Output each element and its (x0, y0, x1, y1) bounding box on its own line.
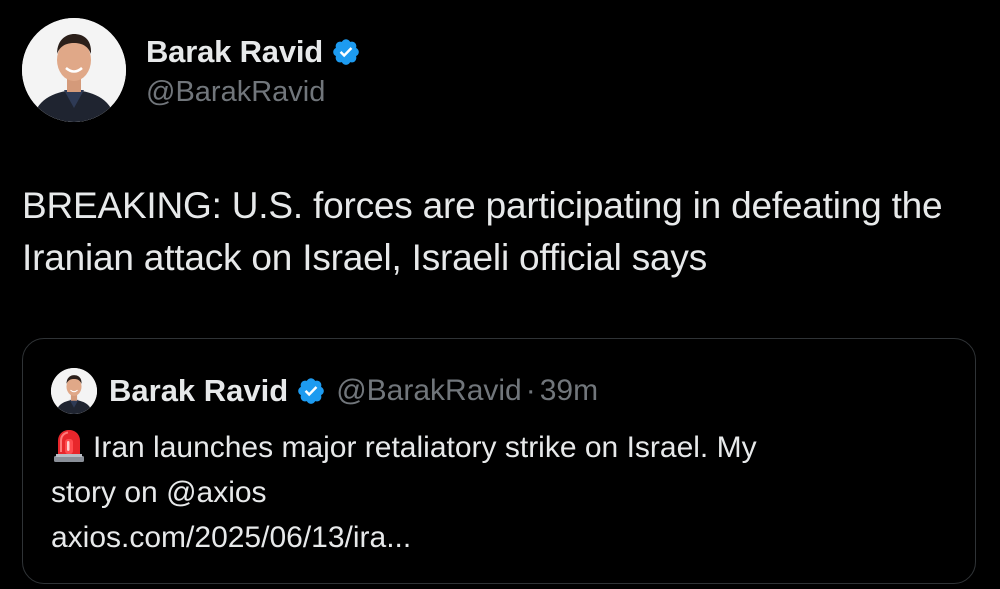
quoted-tweet[interactable]: Barak Ravid @BarakRavid · 39m Iran launc… (22, 338, 976, 584)
quoted-author-handle[interactable]: @BarakRavid (336, 374, 522, 408)
tweet-header: Barak Ravid @BarakRavid (22, 18, 361, 122)
tweet-page: Barak Ravid @BarakRavid BREAKING: U.S. f… (0, 0, 1000, 589)
tweet-text: BREAKING: U.S. forces are participating … (22, 185, 943, 278)
quoted-author-avatar[interactable] (51, 368, 97, 414)
meta-separator: · (525, 374, 536, 407)
quoted-text-line1: Iran launches major retaliatory strike o… (93, 431, 757, 464)
author-name-row: Barak Ravid (146, 32, 361, 72)
author-display-name[interactable]: Barak Ravid (146, 34, 323, 70)
quoted-tweet-header: Barak Ravid @BarakRavid · 39m (51, 367, 598, 415)
avatar-photo-icon (51, 368, 97, 414)
author-names: Barak Ravid @BarakRavid (146, 32, 361, 109)
article-link[interactable]: axios.com/2025/06/13/ira... (51, 521, 411, 554)
quoted-tweet-time[interactable]: 39m (540, 374, 598, 408)
quoted-tweet-text: Iran launches major retaliatory strike o… (51, 425, 951, 560)
quoted-text-line2-prefix: story on (51, 476, 167, 509)
quoted-author-display-name[interactable]: Barak Ravid (109, 373, 288, 409)
author-avatar[interactable] (22, 18, 126, 122)
avatar-photo-icon (22, 18, 126, 122)
verified-badge-icon[interactable] (331, 37, 361, 67)
verified-badge-icon[interactable] (296, 376, 326, 406)
author-handle[interactable]: @BarakRavid (146, 76, 361, 109)
siren-icon (51, 427, 87, 463)
axios-mention-link[interactable]: @axios (166, 476, 267, 509)
